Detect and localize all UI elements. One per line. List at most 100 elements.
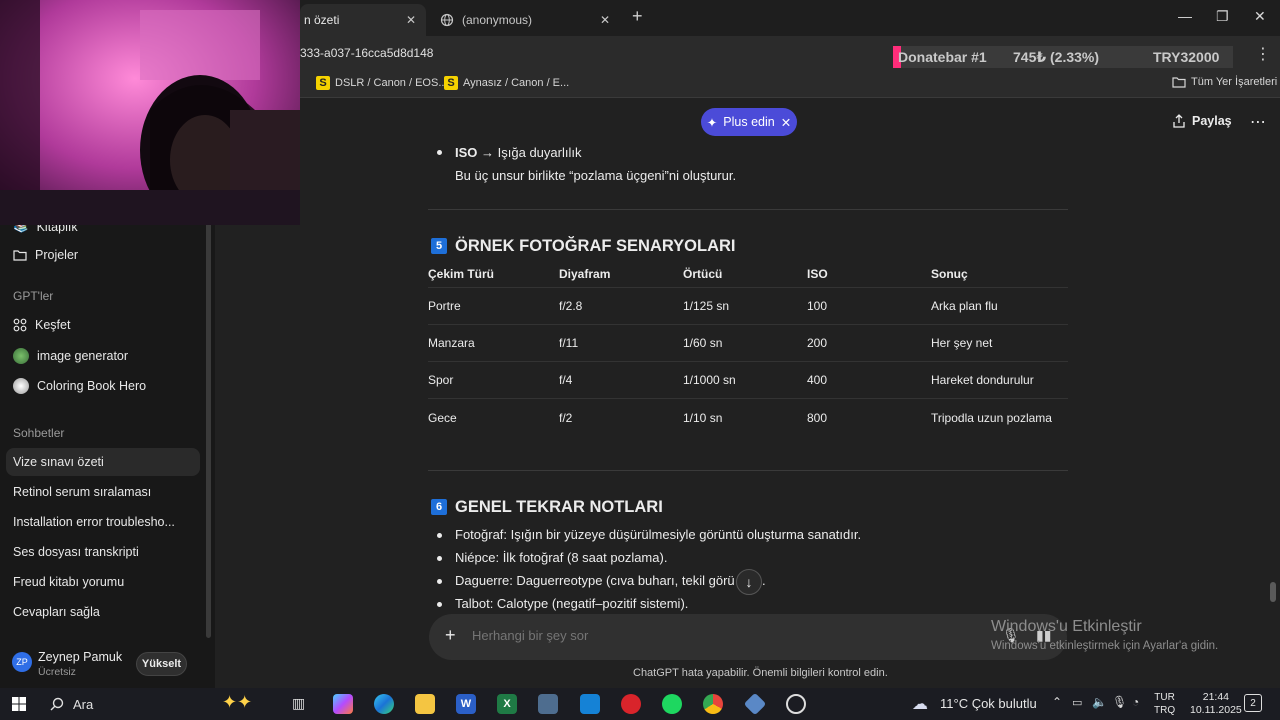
list-item-tail: . [762, 573, 766, 588]
close-icon[interactable]: ✕ [781, 115, 791, 130]
wifi-icon[interactable]: ◔ [1132, 695, 1139, 709]
browser-menu-icon[interactable]: ⋮ [1255, 44, 1271, 64]
task-view-icon[interactable]: ▥ [292, 695, 305, 712]
paragraph: Bu üç unsur birlikte “pozlama üçgeni”ni … [455, 168, 737, 183]
language-code: TUR [1154, 692, 1175, 703]
chat-item[interactable]: Retinol serum sıralaması [13, 485, 151, 499]
new-tab-plus-icon[interactable]: + [632, 6, 643, 27]
section-number-badge: 6 [431, 499, 447, 515]
app-icon[interactable] [743, 692, 767, 716]
section-title: ÖRNEK FOTOĞRAF SENARYOLARI [455, 237, 736, 255]
sidebar-item-label: Keşfet [35, 318, 71, 332]
tab-close-icon[interactable]: ✕ [406, 13, 416, 27]
taskbar-search[interactable]: Ara ✦✦ [40, 688, 276, 720]
bullet-dot [437, 579, 442, 584]
copilot-app-icon[interactable] [333, 694, 353, 714]
sidebar-item-coloring-book[interactable]: Coloring Book Hero [13, 378, 146, 394]
obs-icon[interactable] [786, 694, 806, 714]
divider [428, 209, 1068, 210]
file-explorer-icon[interactable] [415, 694, 435, 714]
table-cell: Gece [428, 411, 457, 425]
tab-close-icon[interactable]: ✕ [600, 13, 610, 27]
table-cell: 1/60 sn [683, 336, 723, 350]
table-cell: Spor [428, 373, 454, 387]
table-cell: f/2 [559, 411, 573, 425]
iso-term: ISO [455, 145, 478, 160]
edge-icon[interactable] [374, 694, 394, 714]
table-cell: 400 [807, 373, 828, 387]
tab-title: n özeti [304, 13, 340, 27]
table-cell: 800 [807, 411, 828, 425]
list-item: Fotoğraf: Işığın bir yüzeye düşürülmesiy… [455, 527, 862, 542]
divider [428, 470, 1068, 471]
main-scrollbar[interactable] [1270, 582, 1276, 602]
upgrade-button[interactable]: Yükselt [136, 652, 187, 676]
notification-badge[interactable]: 2 [1244, 694, 1262, 712]
weather-text[interactable]: 11°C Çok bulutlu [940, 696, 1037, 711]
time: 21:44 [1202, 691, 1230, 703]
sidebar-item-explore[interactable]: Keşfet [13, 318, 70, 332]
bookmark-item[interactable]: S DSLR / Canon / EOS... [316, 76, 448, 90]
bullet-dot [437, 150, 442, 155]
bookmark-favicon-icon: S [444, 76, 458, 90]
minimize-icon[interactable]: — [1178, 8, 1192, 24]
sidebar-scrollbar[interactable] [206, 198, 211, 638]
avatar[interactable]: ZP [12, 652, 32, 672]
bookmark-item[interactable]: S Aynasız / Canon / E... [444, 76, 569, 90]
table-divider [428, 287, 1068, 288]
scroll-to-bottom-button[interactable]: ↓ [736, 569, 762, 595]
tab-active[interactable]: n özeti ✕ [300, 4, 426, 36]
bookmark-favicon-icon: S [316, 76, 330, 90]
window-close-icon[interactable]: ✕ [1254, 8, 1266, 25]
iso-definition: → Işığa duyarlılık [481, 145, 582, 160]
section-title: GENEL TEKRAR NOTLARI [455, 498, 663, 516]
bookmark-label: Aynasız / Canon / E... [463, 77, 570, 89]
store-icon[interactable] [580, 694, 600, 714]
language-indicator[interactable]: TUR TRQ [1154, 691, 1175, 717]
table-cell: Portre [428, 299, 461, 313]
excel-icon[interactable]: X [497, 694, 517, 714]
all-bookmarks[interactable]: Tüm Yer İşaretleri [1172, 76, 1277, 88]
donatebar-overlay: Donatebar #1 745₺ (2.33%) TRY32000 [893, 46, 1233, 68]
chat-item[interactable]: Vize sınavı özeti [13, 455, 104, 469]
copilot-sparkle-icon: ✦✦ [222, 692, 253, 712]
attach-plus-icon[interactable]: + [445, 625, 456, 646]
chat-item[interactable]: Installation error troublesho... [13, 515, 175, 529]
chats-heading: Sohbetler [13, 426, 65, 440]
word-icon[interactable]: W [456, 694, 476, 714]
get-plus-button[interactable]: ✦ Plus edin ✕ [701, 108, 797, 136]
sidebar-item-projects[interactable]: Projeler [13, 248, 78, 262]
maximize-icon[interactable]: ❐ [1216, 8, 1229, 25]
sidebar-item-image-generator[interactable]: image generator [13, 348, 128, 364]
chat-item[interactable]: Freud kitabı yorumu [13, 575, 124, 589]
microphone-icon[interactable]: 🎙 [1112, 695, 1127, 709]
share-button[interactable]: Paylaş [1172, 114, 1232, 128]
table-divider [428, 324, 1068, 325]
windows-start-icon[interactable] [12, 697, 26, 711]
table-cell: 200 [807, 336, 828, 350]
bookmark-label: DSLR / Canon / EOS... [335, 77, 448, 89]
list-item: Talbot: Calotype (negatif–pozitif sistem… [455, 596, 689, 611]
coloring-book-avatar [13, 378, 29, 394]
calculator-icon[interactable] [538, 694, 558, 714]
opera-icon[interactable] [621, 694, 641, 714]
clock[interactable]: 21:44 10.11.2025 [1190, 691, 1242, 717]
more-options-icon[interactable]: ⋯ [1250, 112, 1266, 132]
chat-item[interactable]: Ses dosyası transkripti [13, 545, 139, 559]
table-cell: Arka plan flu [931, 299, 998, 313]
search-icon [50, 697, 64, 711]
list-item: Daguerre: Daguerreotype (cıva buharı, te… [455, 573, 735, 588]
table-cell: 1/10 sn [683, 411, 723, 425]
spotify-icon[interactable] [662, 694, 682, 714]
chat-item[interactable]: Cevapları sağla [13, 605, 100, 619]
chevron-up-icon[interactable]: ⌃ [1052, 695, 1062, 709]
chrome-icon[interactable] [703, 694, 723, 714]
url-text[interactable]: 333-a037-16cca5d8d148 [300, 46, 433, 60]
prompt-input[interactable] [472, 628, 952, 643]
composer[interactable]: + 🎙 ▮▮ [429, 614, 1067, 660]
user-name[interactable]: Zeynep Pamuk [38, 650, 122, 664]
tab-anonymous[interactable]: (anonymous) ✕ [430, 4, 620, 36]
table-cell: f/11 [559, 336, 579, 350]
battery-icon[interactable]: ▭ [1072, 696, 1082, 709]
speaker-icon[interactable]: 🔈 [1092, 695, 1107, 709]
